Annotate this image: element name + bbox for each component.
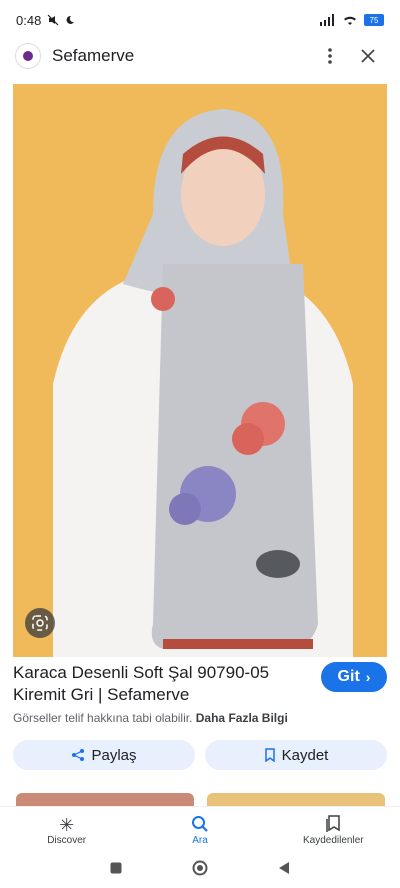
copyright-notice: Görseller telif hakkına tabi olabilir. D…	[13, 711, 288, 725]
share-icon	[72, 749, 85, 761]
nav-discover-label: Discover	[47, 834, 87, 846]
nav-saved[interactable]: Kaydedilenler	[278, 814, 388, 846]
visit-button[interactable]: Git ›	[321, 662, 387, 692]
system-nav-bar	[0, 852, 400, 888]
learn-more-link[interactable]: Daha Fazla Bilgi	[196, 711, 288, 725]
site-name: Sefamerve	[52, 46, 135, 65]
lens-icon	[32, 615, 48, 631]
save-button[interactable]: Kaydet	[205, 740, 387, 770]
save-label: Kaydet	[281, 746, 329, 764]
product-title[interactable]: Karaca Desenli Soft Şal 90790-05 Kiremit…	[13, 662, 313, 706]
battery-icon: 75	[364, 14, 384, 26]
back-button[interactable]	[278, 861, 290, 880]
chevron-right-icon: ›	[365, 669, 371, 685]
more-vert-icon[interactable]	[314, 40, 346, 72]
site-logo	[16, 44, 40, 68]
logo-mark	[23, 51, 33, 61]
share-button[interactable]: Paylaş	[13, 740, 195, 770]
product-image[interactable]	[13, 84, 387, 657]
moon-icon	[66, 15, 75, 24]
asterisk-icon: ✳	[59, 814, 75, 835]
home-button[interactable]	[192, 860, 208, 881]
lens-button[interactable]	[25, 608, 55, 638]
bottom-nav: ✳ Discover Ara Kaydedilenler	[0, 806, 400, 853]
nav-search[interactable]: Ara	[145, 815, 255, 846]
status-bar: 0:48 75	[0, 0, 400, 40]
nav-search-label: Ara	[192, 834, 208, 846]
related-thumbnail[interactable]	[207, 793, 385, 807]
product-photo	[13, 84, 387, 657]
close-icon[interactable]	[352, 40, 384, 72]
bookmarks-icon	[325, 814, 341, 835]
signal-icon	[320, 14, 334, 26]
wifi-icon	[344, 16, 356, 25]
status-left: 0:48	[16, 13, 75, 28]
notice-text: Görseller telif hakkına tabi olabilir.	[13, 711, 193, 725]
top-bar: Sefamerve	[0, 38, 400, 74]
status-right: 75	[320, 14, 384, 26]
search-icon	[191, 815, 209, 835]
bookmark-icon	[264, 748, 275, 762]
share-label: Paylaş	[91, 746, 137, 764]
nav-discover[interactable]: ✳ Discover	[12, 815, 122, 846]
nav-saved-label: Kaydedilenler	[303, 834, 364, 846]
recents-button[interactable]	[110, 861, 122, 879]
result-title-row: Karaca Desenli Soft Şal 90790-05 Kiremit…	[13, 662, 387, 706]
related-thumbnail[interactable]	[16, 793, 194, 807]
visit-label: Git	[337, 668, 360, 685]
status-time: 0:48	[16, 12, 42, 28]
mute-icon	[47, 14, 59, 26]
